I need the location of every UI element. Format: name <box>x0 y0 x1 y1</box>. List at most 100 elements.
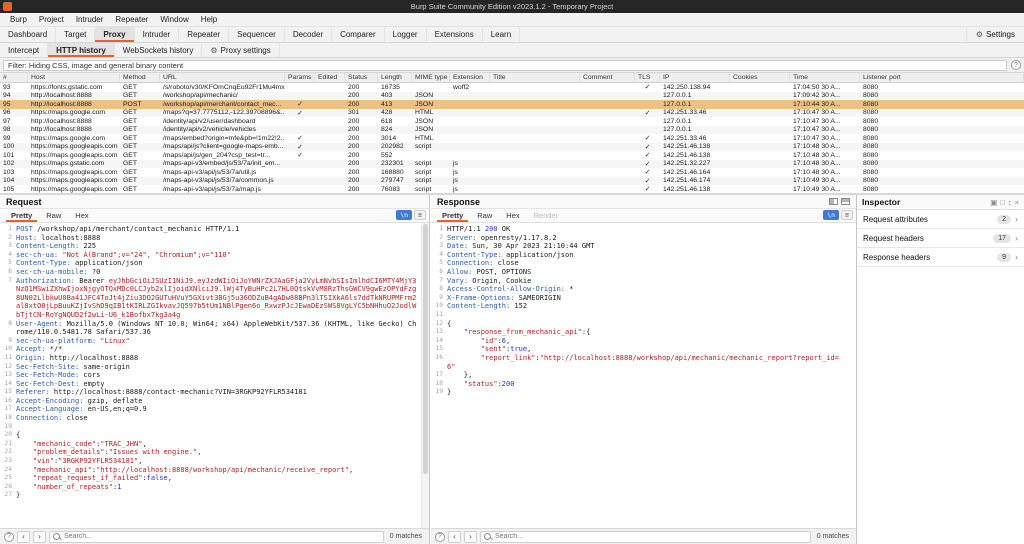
editor-tab-hex[interactable]: Hex <box>499 209 526 222</box>
tab-dashboard[interactable]: Dashboard <box>0 27 56 42</box>
history-row[interactable]: 96https://maps.google.comGET/maps?q=37.7… <box>0 109 1024 118</box>
dock-icon[interactable]: ▣ <box>990 198 997 207</box>
inspector-section-request-headers[interactable]: Request headers17› <box>857 229 1024 248</box>
settings-button[interactable]: ⚙ Settings <box>966 27 1024 42</box>
response-editor[interactable]: 1HTTP/1.1 200 OK2Server: openresty/1.17.… <box>431 223 856 528</box>
editor-tab-raw[interactable]: Raw <box>39 209 68 222</box>
subtab-intercept[interactable]: Intercept <box>0 43 48 57</box>
col-listener-port[interactable]: Listener port <box>860 73 1024 82</box>
help-icon[interactable]: ? <box>1011 60 1021 70</box>
cell-url: /maps?q=37.7775112,-122.39708896&... <box>160 109 285 116</box>
line-text: Server: openresty/1.17.8.2 <box>447 234 856 243</box>
line-number: 20 <box>0 431 16 440</box>
subtab-websockets-history[interactable]: WebSockets history <box>115 43 203 57</box>
request-search-field[interactable] <box>49 531 384 543</box>
history-row[interactable]: 101https://maps.googleapis.comGET/maps/a… <box>0 151 1024 160</box>
prev-match-button[interactable]: ‹ <box>448 531 461 543</box>
col-time[interactable]: Time <box>790 73 860 82</box>
tab-proxy[interactable]: Proxy <box>95 27 134 42</box>
request-editor[interactable]: 1POST /workshop/api/merchant/contact_mec… <box>0 223 429 528</box>
tab-decoder[interactable]: Decoder <box>285 27 332 42</box>
request-search-input[interactable] <box>64 533 380 540</box>
history-row[interactable]: 100https://maps.googleapis.comGET/maps/a… <box>0 143 1024 152</box>
menu-window[interactable]: Window <box>154 15 194 24</box>
next-match-button[interactable]: › <box>33 531 46 543</box>
resize-icon[interactable]: ↕ <box>1008 198 1012 207</box>
cell-mime: script <box>412 169 450 176</box>
history-row[interactable]: 102https://maps.gstatic.comGET/maps-api-… <box>0 160 1024 169</box>
subtab-proxy-settings[interactable]: ⚙Proxy settings <box>202 43 279 57</box>
inspector-section-request-attributes[interactable]: Request attributes2› <box>857 210 1024 229</box>
col-ip[interactable]: IP <box>660 73 730 82</box>
col-comment[interactable]: Comment <box>580 73 635 82</box>
col-method[interactable]: Method <box>120 73 160 82</box>
cell-mime: JSON <box>412 118 450 125</box>
history-row[interactable]: 98http://localhost:8888GET/identity/api/… <box>0 126 1024 135</box>
layout-columns-icon[interactable] <box>829 198 838 205</box>
tab-sequencer[interactable]: Sequencer <box>229 27 285 42</box>
tab-comparer[interactable]: Comparer <box>332 27 385 42</box>
prev-match-button[interactable]: ‹ <box>17 531 30 543</box>
cell-ip: 127.0.0.1 <box>660 126 730 133</box>
editor-line: 7Vary: Origin, Cookie <box>431 277 856 286</box>
tab-target[interactable]: Target <box>56 27 95 42</box>
response-search-field[interactable] <box>480 531 811 543</box>
col-host[interactable]: Host <box>28 73 120 82</box>
menu-burp[interactable]: Burp <box>4 15 33 24</box>
history-row[interactable]: 94http://localhost:8888GET/workshop/api/… <box>0 92 1024 101</box>
menu-intruder[interactable]: Intruder <box>70 15 110 24</box>
col-mime-type[interactable]: MIME type <box>412 73 450 82</box>
layout-rows-icon[interactable] <box>841 198 850 205</box>
editor-tab-raw[interactable]: Raw <box>470 209 499 222</box>
line-number: 11 <box>0 354 16 363</box>
help-icon[interactable]: ? <box>4 532 14 542</box>
col-params[interactable]: Params <box>285 73 315 82</box>
col-number[interactable]: # <box>0 73 28 82</box>
editor-menu-button[interactable]: ≡ <box>414 210 426 220</box>
history-row[interactable]: 97http://localhost:8888GET/identity/api/… <box>0 117 1024 126</box>
editor-tab-pretty[interactable]: Pretty <box>435 209 470 222</box>
col-cookies[interactable]: Cookies <box>730 73 790 82</box>
nonprinting-toggle-button[interactable]: \n <box>823 210 839 220</box>
editor-tab-render[interactable]: Render <box>527 209 566 222</box>
col-length[interactable]: Length <box>378 73 412 82</box>
editor-menu-button[interactable]: ≡ <box>841 210 853 220</box>
layout-icon[interactable]: □ <box>1000 198 1005 207</box>
col-title[interactable]: Title <box>490 73 580 82</box>
menu-help[interactable]: Help <box>195 15 223 24</box>
editor-line: 23 "vin":"3RGKP92YFLR534181", <box>0 457 429 466</box>
response-search-input[interactable] <box>495 533 807 540</box>
history-row[interactable]: 103https://maps.googleapis.comGET/maps-a… <box>0 168 1024 177</box>
col-status[interactable]: Status <box>345 73 378 82</box>
filter-field[interactable]: Filter: Hiding CSS, image and general bi… <box>3 60 1007 71</box>
history-row[interactable]: 99https://maps.google.comGET/maps/embed?… <box>0 134 1024 143</box>
subtab-http-history[interactable]: HTTP history <box>48 43 115 57</box>
history-row[interactable]: 105https://maps.googleapis.comGET/maps-a… <box>0 185 1024 193</box>
tab-learn[interactable]: Learn <box>483 27 520 42</box>
next-match-button[interactable]: › <box>464 531 477 543</box>
menu-project[interactable]: Project <box>33 15 70 24</box>
col-url[interactable]: URL <box>160 73 285 82</box>
history-row[interactable]: 104https://maps.googleapis.comGET/maps-a… <box>0 177 1024 186</box>
tab-intruder[interactable]: Intruder <box>135 27 180 42</box>
help-icon[interactable]: ? <box>435 532 445 542</box>
scrollbar-thumb[interactable] <box>423 224 428 474</box>
inspector-section-response-headers[interactable]: Response headers9› <box>857 248 1024 267</box>
menu-repeater[interactable]: Repeater <box>109 15 154 24</box>
editor-tab-hex[interactable]: Hex <box>68 209 95 222</box>
tab-extensions[interactable]: Extensions <box>427 27 483 42</box>
editor-tab-pretty[interactable]: Pretty <box>4 209 39 222</box>
col-edited[interactable]: Edited <box>315 73 345 82</box>
tab-repeater[interactable]: Repeater <box>179 27 229 42</box>
close-icon[interactable]: × <box>1015 198 1019 207</box>
tab-logger[interactable]: Logger <box>385 27 427 42</box>
line-text: Content-Type: application/json <box>447 251 856 260</box>
cell-time: 17:10:48 30 A... <box>790 152 860 159</box>
history-row[interactable]: 93https://fonts.gstatic.comGET/s/roboto/… <box>0 83 1024 92</box>
history-row[interactable]: 95http://localhost:8888POST/workshop/api… <box>0 100 1024 109</box>
nonprinting-toggle-button[interactable]: \n <box>396 210 412 220</box>
request-scrollbar[interactable] <box>421 223 429 528</box>
col-tls[interactable]: TLS <box>635 73 660 82</box>
col-extension[interactable]: Extension <box>450 73 490 82</box>
sub-tab-row: InterceptHTTP historyWebSockets history⚙… <box>0 43 1024 58</box>
